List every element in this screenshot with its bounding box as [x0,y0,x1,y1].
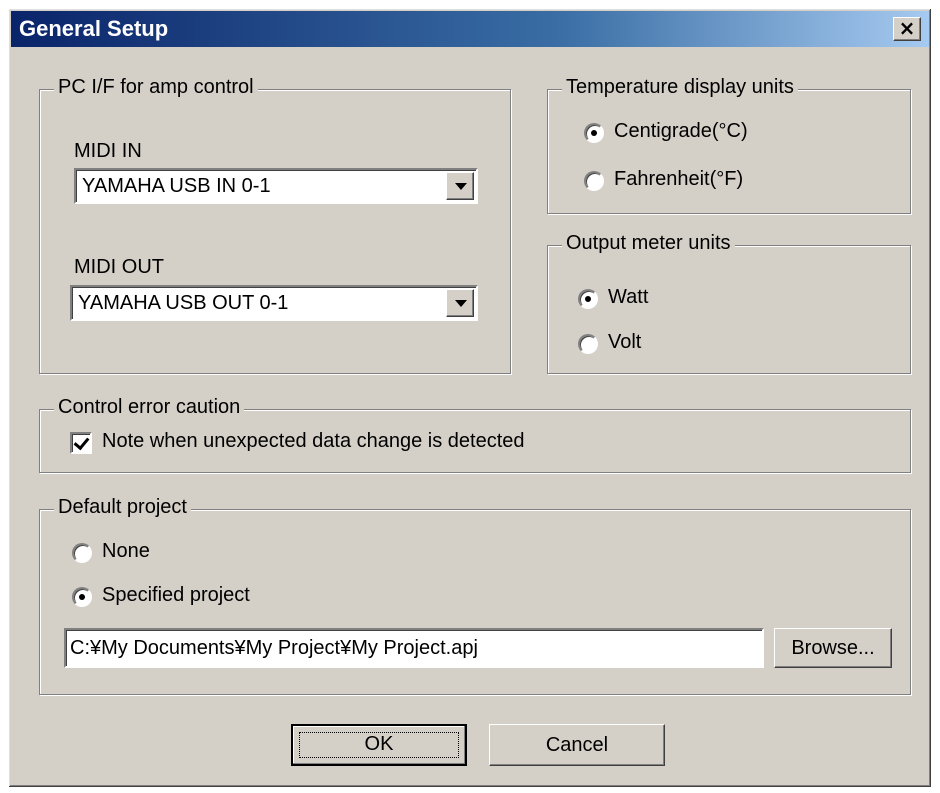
note-data-change-checkbox[interactable] [70,432,92,454]
project-path-field[interactable] [64,628,764,668]
cancel-button[interactable]: Cancel [489,724,665,766]
radio-watt-button[interactable] [578,289,598,309]
radio-volt-label: Volt [608,331,642,353]
close-button[interactable]: × [893,17,921,41]
chevron-down-icon[interactable] [446,289,474,317]
control-error-group: Control error caution Note when unexpect… [39,396,911,473]
project-path-input[interactable] [68,632,760,664]
radio-volt-button[interactable] [578,334,598,354]
radio-centigrade-button[interactable] [584,123,604,143]
radio-specified-project-button[interactable] [72,587,92,607]
midi-in-value: YAMAHA USB IN 0-1 [82,175,271,197]
cancel-button-label: Cancel [545,734,609,756]
midi-out-label: MIDI OUT [74,256,164,278]
radio-fahrenheit-label: Fahrenheit(°F) [614,168,744,190]
radio-none-button[interactable] [72,543,92,563]
midi-in-label: MIDI IN [74,140,142,162]
output-meter-group: Output meter units Watt Volt [547,232,911,374]
radio-watt-label: Watt [608,286,649,308]
radio-specified-project-label: Specified project [102,584,250,606]
default-project-group: Default project None Specified project B… [39,496,911,695]
browse-button[interactable]: Browse... [774,628,892,668]
midi-out-value: YAMAHA USB OUT 0-1 [78,292,289,314]
ok-button[interactable]: OK [291,724,467,766]
title-bar[interactable]: General Setup × [11,11,929,47]
midi-in-select[interactable]: YAMAHA USB IN 0-1 [74,168,478,204]
ok-button-label: OK [364,733,394,755]
close-icon: × [898,16,916,40]
default-project-legend: Default project [54,496,191,519]
radio-none-label: None [102,540,150,562]
note-data-change-label: Note when unexpected data change is dete… [102,430,525,452]
pc-if-legend: PC I/F for amp control [54,76,258,99]
pc-if-group: PC I/F for amp control MIDI IN YAMAHA US… [39,76,511,374]
radio-centigrade-label: Centigrade(°C) [614,120,748,142]
output-meter-legend: Output meter units [562,232,735,255]
chevron-down-icon[interactable] [446,172,474,200]
midi-out-select[interactable]: YAMAHA USB OUT 0-1 [70,285,478,321]
radio-fahrenheit-button[interactable] [584,171,604,191]
control-error-legend: Control error caution [54,396,245,419]
temperature-legend: Temperature display units [562,76,798,99]
browse-button-label: Browse... [791,637,875,659]
window-title: General Setup [19,16,169,41]
temperature-group: Temperature display units Centigrade(°C)… [547,76,911,214]
general-setup-dialog: General Setup × PC I/F for amp control M… [8,8,932,788]
